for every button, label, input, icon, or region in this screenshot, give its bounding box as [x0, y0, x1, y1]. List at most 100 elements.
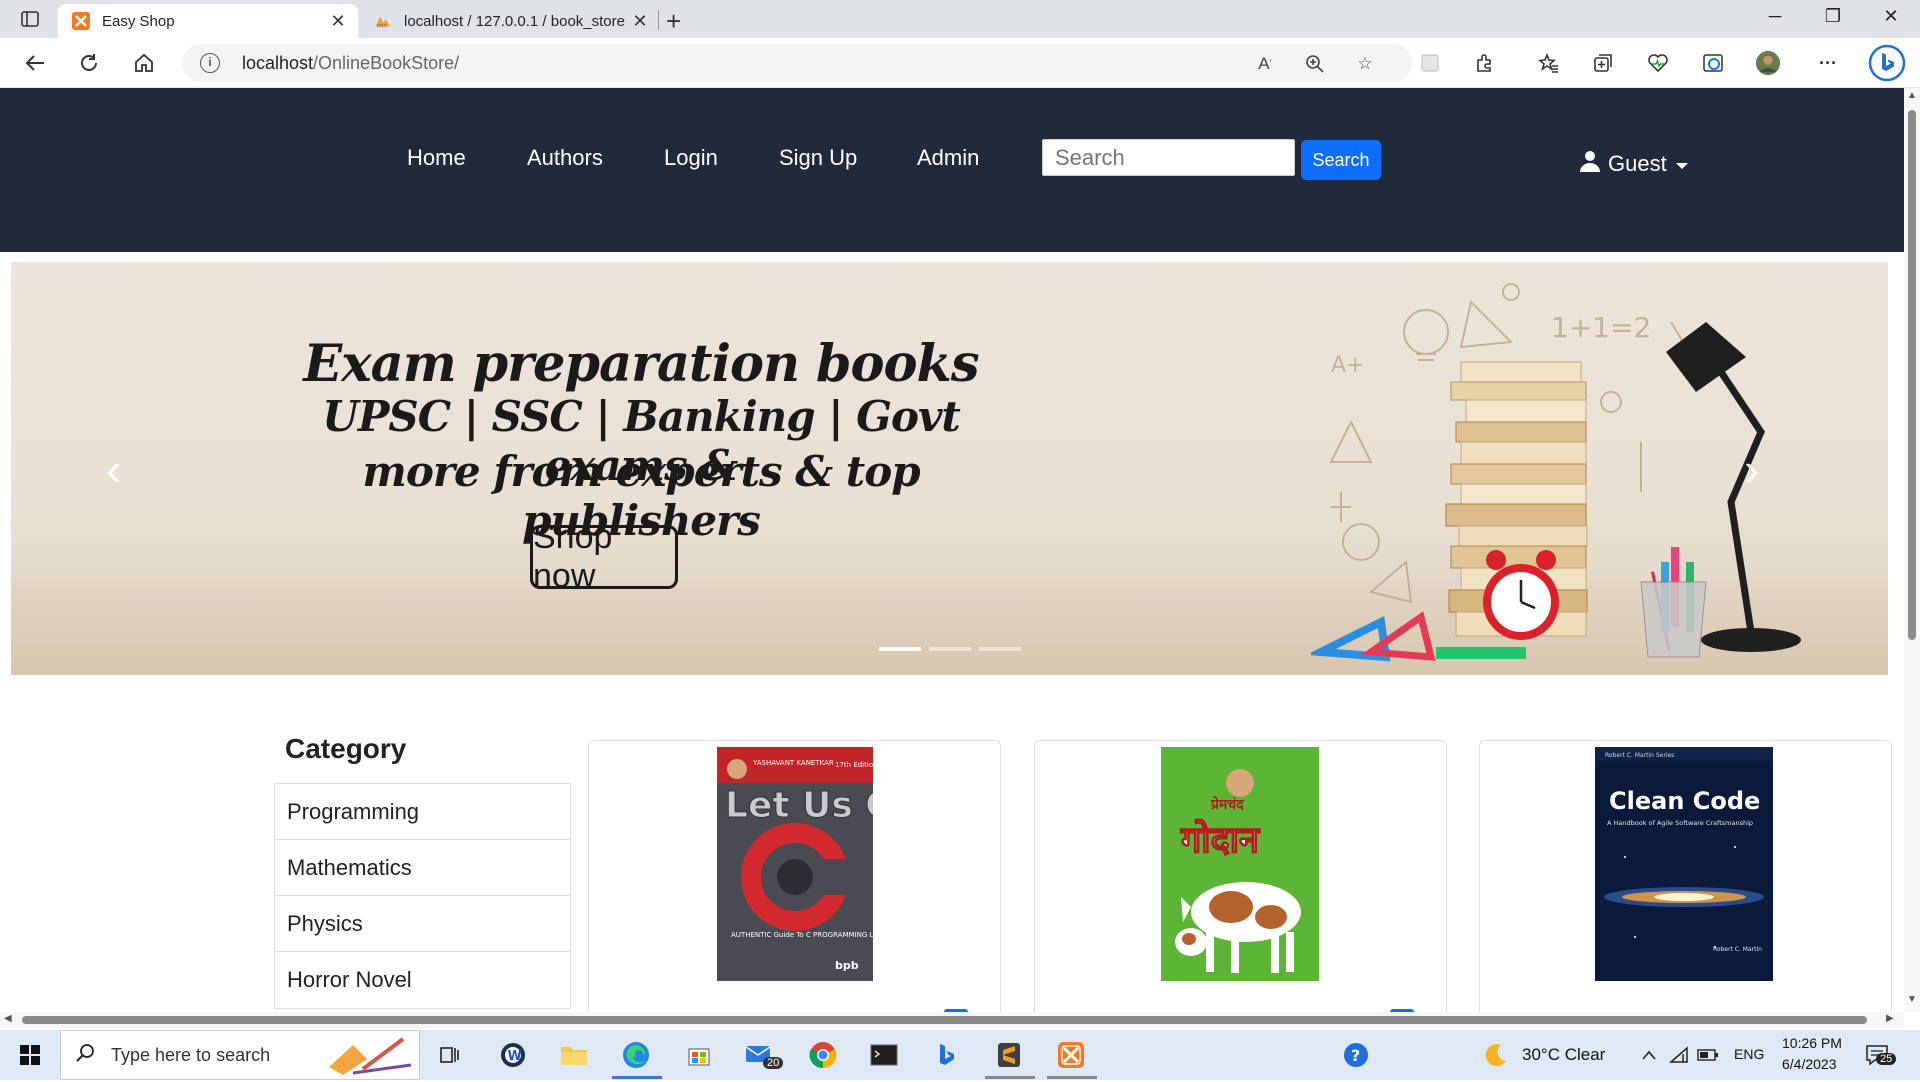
svg-text:A Handbook of Agile Software C: A Handbook of Agile Software Craftsmansh… — [1607, 819, 1753, 827]
tray-chevron-up-icon[interactable] — [1633, 1039, 1665, 1071]
collections-icon[interactable] — [1590, 50, 1616, 76]
notification-center-icon[interactable]: 25 — [1862, 1039, 1897, 1071]
new-tab-icon[interactable]: + — [666, 6, 681, 37]
close-icon[interactable]: ✕ — [628, 11, 652, 32]
nav-authors[interactable]: Authors — [527, 145, 603, 171]
sublime-text-icon[interactable] — [993, 1039, 1025, 1071]
file-explorer-icon[interactable] — [558, 1039, 590, 1071]
search-highlight-illustration — [323, 1035, 415, 1082]
nav-login[interactable]: Login — [664, 145, 718, 171]
book-card[interactable]: प्रेमचंद गोदान — [1034, 740, 1447, 1012]
home-icon[interactable] — [131, 50, 157, 76]
edge-icon[interactable] — [620, 1039, 652, 1071]
help-icon[interactable]: ? — [1340, 1039, 1372, 1071]
tab-title: Easy Shop — [102, 12, 175, 30]
tab-title: localhost / 127.0.0.1 / book_store — [404, 12, 625, 30]
back-icon[interactable] — [22, 50, 48, 76]
scroll-up-icon[interactable]: ▲ — [1907, 90, 1917, 101]
bing-icon[interactable] — [931, 1039, 963, 1071]
svg-text:Robert C. Martin Series: Robert C. Martin Series — [1605, 752, 1674, 759]
favorite-star-icon[interactable]: ☆ — [1354, 53, 1376, 75]
svg-text:YASHAVANT KANETKAR: YASHAVANT KANETKAR — [752, 759, 834, 767]
chrome-icon[interactable] — [807, 1039, 839, 1071]
word-app-icon[interactable]: W — [497, 1039, 529, 1071]
more-menu-icon[interactable]: ··· — [1815, 50, 1841, 76]
book-card[interactable]: Robert C. Martin Series Clean Code A Han… — [1479, 740, 1892, 1012]
mail-icon[interactable]: 20 — [743, 1039, 784, 1071]
extensions-icon[interactable] — [1472, 50, 1498, 76]
search-input[interactable] — [1042, 139, 1295, 176]
extension-placeholder-icon[interactable] — [1417, 50, 1443, 76]
windows-start-icon[interactable] — [14, 1039, 46, 1071]
read-aloud-icon[interactable]: Aʼ — [1254, 53, 1276, 75]
category-programming[interactable]: Programming — [275, 784, 570, 840]
svg-text:AUTHENTIC Guide To C PROGRAMMI: AUTHENTIC Guide To C PROGRAMMING Languag… — [731, 931, 873, 939]
site-info-icon[interactable]: i — [200, 53, 220, 73]
scroll-right-icon[interactable]: ▶ — [1886, 1013, 1894, 1024]
shop-now-button[interactable]: Shop now — [530, 518, 678, 595]
search-button[interactable]: Search — [1301, 140, 1381, 180]
category-mathematics[interactable]: Mathematics — [275, 840, 570, 896]
profile-avatar[interactable] — [1755, 50, 1781, 76]
book-card[interactable]: YASHAVANT KANETKAR 17th Edition Let Us C… — [588, 740, 1001, 1012]
horizontal-scrollbar[interactable]: ◀ ▶ — [0, 1012, 1904, 1028]
tab-phpmyadmin[interactable]: PMA localhost / 127.0.0.1 / book_store ✕ — [360, 4, 660, 38]
svg-text:Robert C. Martin: Robert C. Martin — [1713, 946, 1762, 953]
book-cover-godan[interactable]: प्रेमचंद गोदान — [1161, 747, 1319, 981]
weather-text[interactable]: 30°C Clear — [1522, 1045, 1605, 1065]
guest-user-dropdown[interactable]: Guest — [1580, 150, 1689, 178]
zoom-icon[interactable] — [1304, 53, 1326, 75]
favorites-icon[interactable] — [1535, 50, 1561, 76]
windows-taskbar: Type here to search W 20 ? 30°C Clear EN… — [0, 1030, 1920, 1080]
svg-text:bpb: bpb — [835, 959, 859, 972]
restore-icon[interactable]: ❐ — [1813, 6, 1853, 27]
tab-easy-shop[interactable]: Easy Shop ✕ — [58, 4, 358, 38]
minimize-icon[interactable]: ─ — [1755, 6, 1795, 27]
search-icon — [75, 1043, 95, 1068]
carousel-indicators[interactable] — [879, 647, 1021, 651]
battery-icon[interactable] — [1692, 1039, 1724, 1071]
caret-down-icon — [1675, 151, 1689, 177]
bing-copilot-icon[interactable] — [1868, 44, 1906, 82]
tab-actions-icon[interactable] — [20, 9, 40, 29]
vertical-scrollbar[interactable]: ▲ ▼ — [1904, 88, 1920, 1012]
carousel-indicator-2[interactable] — [929, 647, 971, 651]
reload-icon[interactable] — [76, 50, 102, 76]
microsoft-store-icon[interactable] — [683, 1039, 715, 1071]
close-icon[interactable]: ✕ — [326, 11, 350, 32]
window-close-icon[interactable]: ✕ — [1871, 6, 1911, 27]
hero-carousel[interactable]: Exam preparation books UPSC | SSC | Bank… — [11, 262, 1888, 675]
taskbar-search-box[interactable]: Type here to search — [60, 1030, 420, 1080]
svg-text:A+: A+ — [1331, 353, 1364, 378]
clock-date[interactable]: 6/4/2023 — [1782, 1056, 1837, 1072]
category-physics[interactable]: Physics — [275, 896, 570, 952]
terminal-icon[interactable] — [868, 1039, 900, 1071]
book-cover-clean-code[interactable]: Robert C. Martin Series Clean Code A Han… — [1595, 747, 1773, 981]
category-horror-novel[interactable]: Horror Novel — [275, 952, 570, 1008]
book-cover-let-us-c[interactable]: YASHAVANT KANETKAR 17th Edition Let Us C… — [717, 747, 873, 981]
language-indicator[interactable]: ENG — [1734, 1046, 1764, 1062]
page-viewport: Home Authors Login Sign Up Admin Search … — [0, 88, 1904, 1012]
carousel-indicator-3[interactable] — [979, 647, 1021, 651]
task-view-icon[interactable] — [434, 1039, 466, 1071]
taskbar-search-placeholder: Type here to search — [111, 1044, 271, 1065]
carousel-next-icon[interactable]: › — [1744, 442, 1774, 495]
scroll-left-icon[interactable]: ◀ — [4, 1013, 12, 1024]
scroll-down-icon[interactable]: ▼ — [1907, 994, 1917, 1005]
clock-time[interactable]: 10:26 PM — [1782, 1035, 1842, 1051]
wifi-icon[interactable] — [1663, 1039, 1695, 1071]
nav-home[interactable]: Home — [407, 145, 466, 171]
carousel-prev-icon[interactable]: ‹ — [106, 442, 136, 495]
carousel-indicator-1[interactable] — [879, 647, 921, 651]
edge-ie-mode-icon[interactable] — [1700, 50, 1726, 76]
nav-admin[interactable]: Admin — [917, 145, 979, 171]
horizontal-scroll-thumb[interactable] — [22, 1016, 1867, 1024]
xampp-taskbar-icon[interactable] — [1055, 1039, 1087, 1071]
address-toolbar: i localhost/OnlineBookStore/ Aʼ ☆ ··· — [0, 38, 1920, 88]
nav-sign-up[interactable]: Sign Up — [779, 145, 857, 171]
weather-moon-icon — [1480, 1039, 1512, 1071]
svg-text:Clean Code: Clean Code — [1609, 787, 1760, 815]
address-bar[interactable]: i localhost/OnlineBookStore/ Aʼ ☆ — [182, 44, 1412, 82]
vertical-scroll-thumb[interactable] — [1908, 110, 1916, 640]
browser-essentials-icon[interactable] — [1645, 50, 1671, 76]
